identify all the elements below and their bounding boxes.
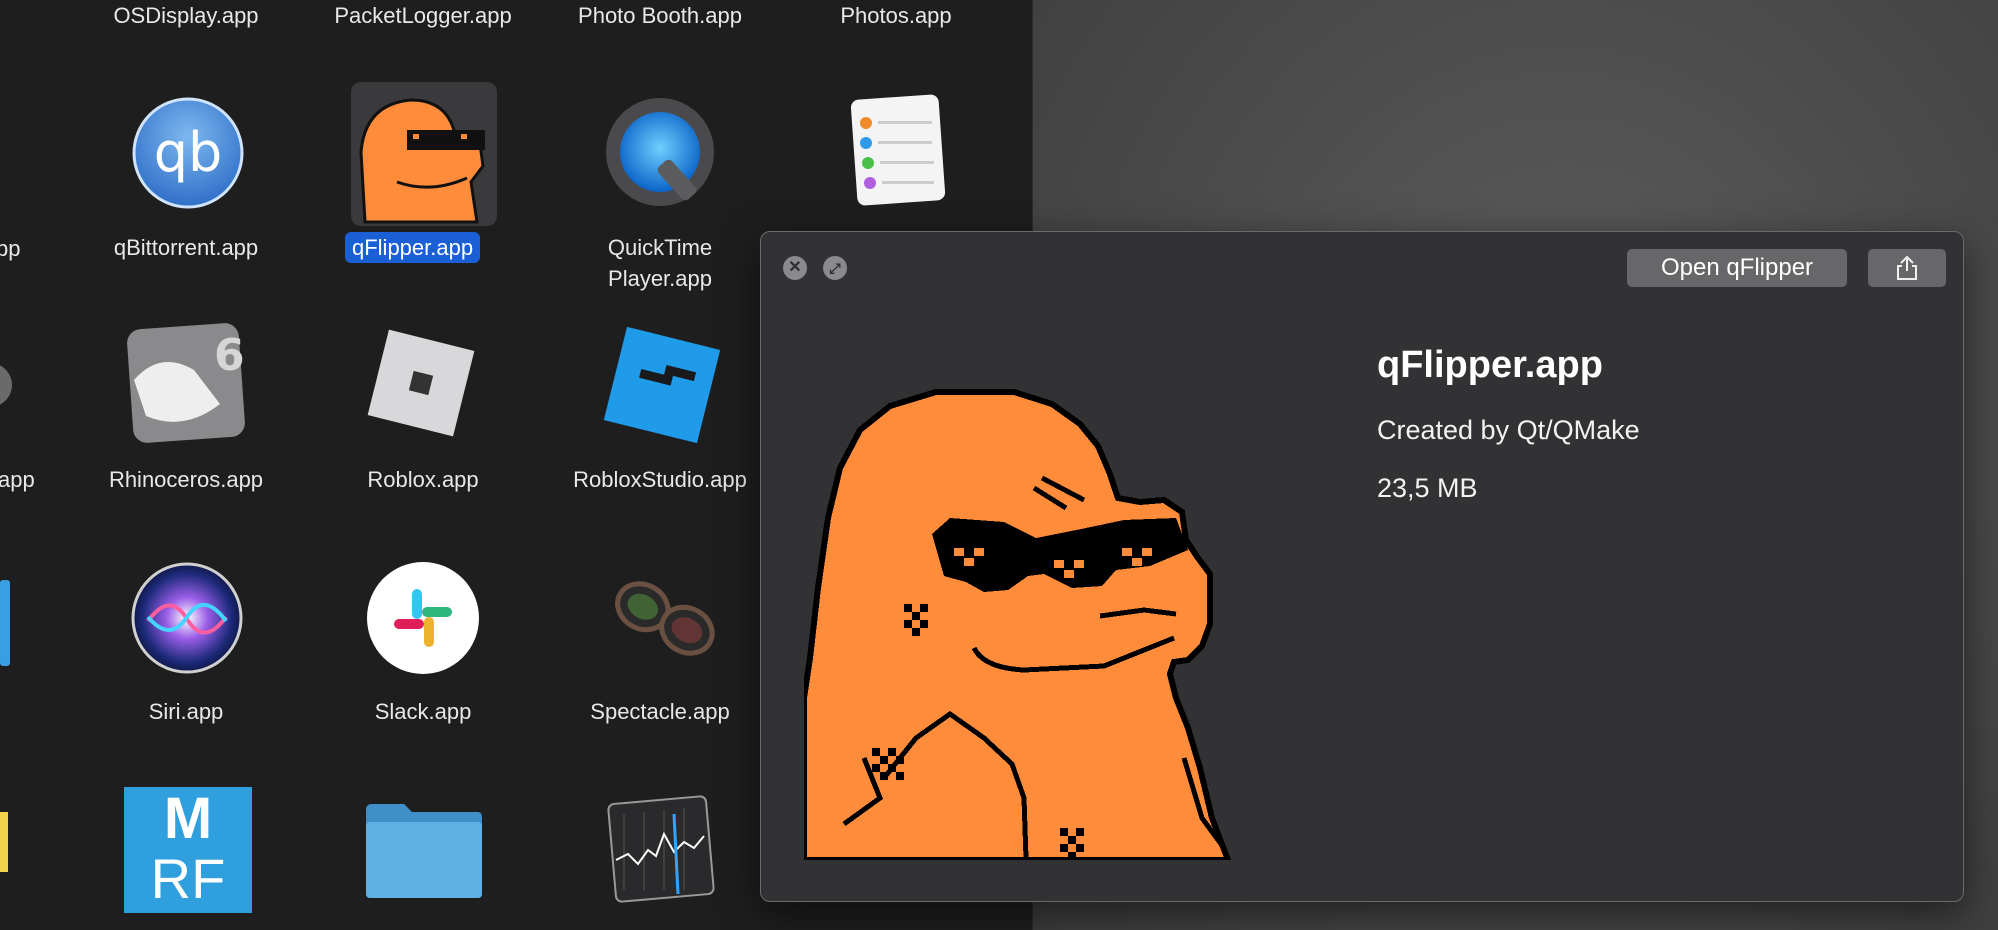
partial-folder-icon[interactable]: [0, 580, 10, 666]
app-label-quicktime-line1[interactable]: QuickTime: [560, 232, 760, 263]
roblox-icon[interactable]: [363, 325, 479, 441]
app-label-roblox[interactable]: Roblox.app: [316, 464, 530, 495]
open-qflipper-button[interactable]: Open qFlipper: [1627, 249, 1847, 287]
qflipper-icon[interactable]: [351, 82, 497, 226]
partial-app-label[interactable]: pp: [0, 233, 20, 264]
app-label-slack[interactable]: Slack.app: [316, 696, 530, 727]
preview-title: qFlipper.app: [1377, 344, 1603, 386]
reminders-icon[interactable]: [848, 93, 948, 207]
siri-icon[interactable]: [130, 561, 244, 675]
app-label-spectacle[interactable]: Spectacle.app: [560, 696, 760, 727]
app-label-quicktime-line2[interactable]: Player.app: [560, 263, 760, 294]
spectacle-icon[interactable]: [606, 560, 722, 676]
slack-icon[interactable]: [366, 561, 480, 675]
svg-text:qb: qb: [154, 121, 223, 184]
quicktime-icon[interactable]: [604, 96, 720, 212]
fullscreen-icon[interactable]: ⤢: [823, 256, 847, 280]
rhino-version-badge: 6: [214, 330, 245, 381]
qbittorrent-icon[interactable]: qb: [132, 97, 244, 209]
partial-app-icon[interactable]: [0, 100, 10, 200]
app-label-qbittorrent[interactable]: qBittorrent.app: [86, 232, 286, 263]
mrf-icon[interactable]: M RF: [124, 787, 252, 913]
rhinoceros-icon[interactable]: 6: [124, 320, 248, 446]
partial-note-icon[interactable]: [0, 812, 8, 872]
folder-icon[interactable]: [364, 800, 484, 900]
quicklook-panel: ✕ ⤢ Open qFlipper qFlipper.app Created b…: [760, 231, 1964, 902]
partial-app-icon[interactable]: [0, 330, 14, 430]
app-label-packetlogger[interactable]: PacketLogger.app: [316, 0, 530, 31]
app-label-photo-booth[interactable]: Photo Booth.app: [560, 0, 760, 31]
app-label-photos[interactable]: Photos.app: [796, 0, 996, 31]
share-button[interactable]: [1868, 249, 1946, 287]
stocks-icon[interactable]: [604, 794, 718, 904]
preview-size: 23,5 MB: [1377, 473, 1478, 503]
app-label-osdisplay[interactable]: OSDisplay.app: [86, 0, 286, 31]
preview-creator: Created by Qt/QMake: [1377, 415, 1640, 445]
roblox-studio-icon[interactable]: [602, 325, 722, 445]
app-label-robloxstudio[interactable]: RobloxStudio.app: [560, 464, 760, 495]
app-label-rhinoceros[interactable]: Rhinoceros.app: [86, 464, 286, 495]
partial-app-label[interactable]: app: [0, 464, 35, 495]
app-label-qflipper[interactable]: qFlipper.app: [345, 232, 481, 263]
share-icon: [1897, 255, 1917, 280]
close-icon[interactable]: ✕: [783, 256, 807, 280]
mrf-text-top: M: [163, 786, 213, 851]
app-label-siri[interactable]: Siri.app: [86, 696, 286, 727]
mrf-text-bottom: RF: [150, 847, 226, 910]
qflipper-preview-image: [801, 378, 1328, 863]
